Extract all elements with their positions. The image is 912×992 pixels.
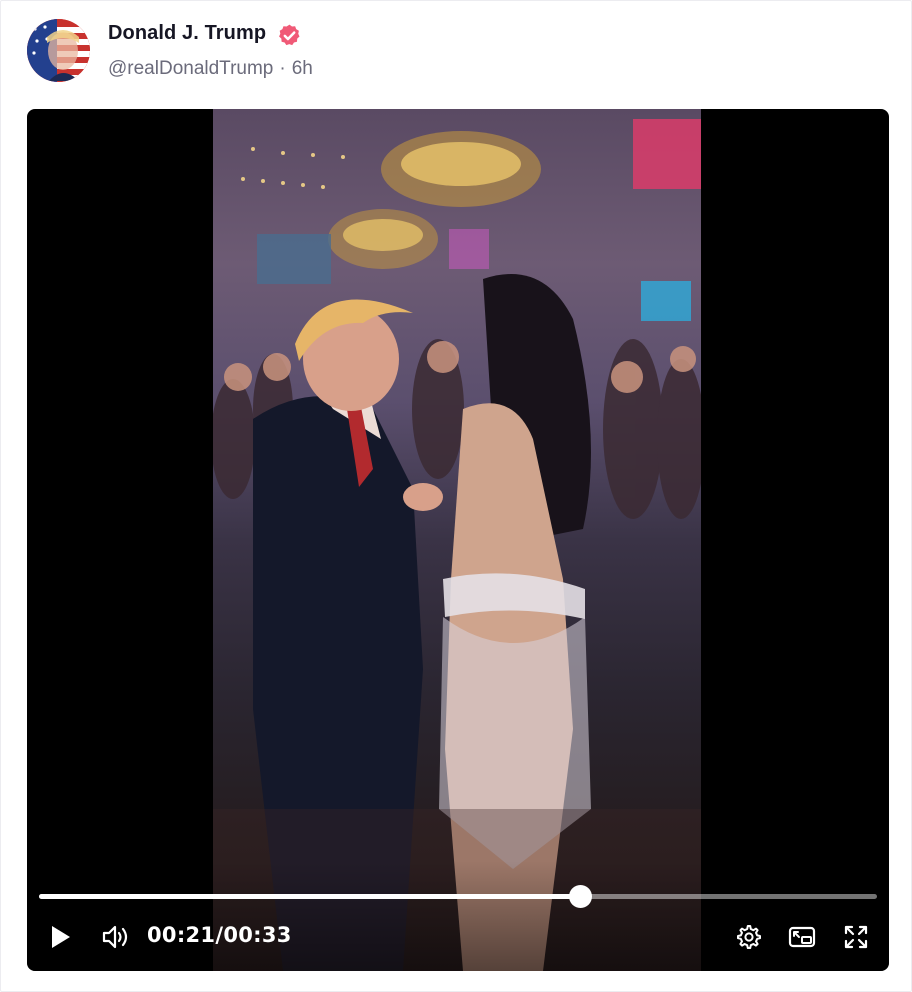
duration: 00:33	[223, 923, 292, 947]
separator: ·	[279, 58, 286, 79]
volume-icon	[102, 925, 128, 949]
display-name[interactable]: Donald J. Trump	[108, 22, 266, 45]
play-icon	[52, 926, 70, 948]
timestamp[interactable]: 6h	[292, 58, 313, 80]
settings-button[interactable]	[733, 921, 763, 953]
video-frame[interactable]	[211, 109, 705, 971]
current-time: 00:21	[147, 923, 216, 947]
handle-row: @realDonaldTrump · 6h	[108, 58, 313, 80]
verified-badge-icon	[279, 24, 300, 46]
fullscreen-icon	[844, 925, 868, 949]
picture-in-picture-button[interactable]	[787, 921, 817, 953]
post-card: Donald J. Trump @realDonaldTrump · 6h 00…	[0, 0, 912, 992]
controls-overlay	[27, 861, 889, 971]
video-player[interactable]: 00:21/00:33	[27, 109, 889, 971]
handle[interactable]: @realDonaldTrump	[108, 58, 273, 80]
fullscreen-button[interactable]	[841, 921, 871, 953]
video-still-image	[211, 119, 705, 971]
picture-in-picture-icon	[788, 926, 816, 948]
progress-thumb[interactable]	[568, 885, 592, 908]
gear-icon	[737, 925, 761, 949]
avatar[interactable]	[27, 19, 90, 82]
avatar-image	[27, 19, 90, 82]
play-button[interactable]	[45, 921, 75, 953]
progress-fill	[39, 894, 580, 899]
volume-button[interactable]	[99, 921, 133, 953]
time-display: 00:21/00:33	[147, 923, 292, 947]
progress-track[interactable]	[39, 885, 877, 908]
